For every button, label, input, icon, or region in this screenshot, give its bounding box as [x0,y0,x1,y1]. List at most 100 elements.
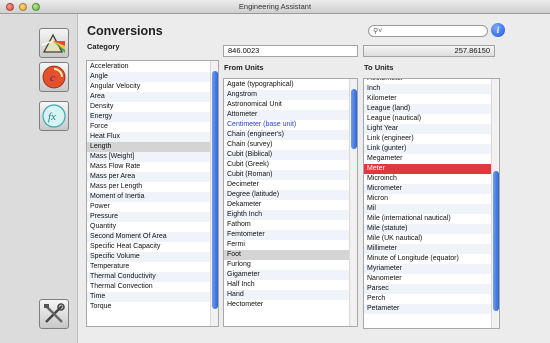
from-list-item[interactable]: Chain (engineer's) [224,130,349,140]
category-list-item[interactable]: Length [87,142,210,152]
category-list-item[interactable]: Force [87,122,210,132]
category-list-item[interactable]: Mass per Area [87,172,210,182]
category-items: Acceleration Angle Angular Velocity Area Den… [87,62,210,312]
functions-button[interactable]: fx [39,101,69,131]
prism-icon [42,33,65,53]
to-list-item[interactable]: Mile (UK nautical) [364,234,491,244]
function-icon: fx [42,104,66,128]
from-list-item[interactable]: Hectometer [224,300,349,310]
category-list-item[interactable]: Torque [87,302,210,312]
to-list-item[interactable]: Mile (statute) [364,224,491,234]
from-list-item[interactable]: Fermi [224,240,349,250]
from-list-item[interactable]: Furlong [224,260,349,270]
from-value-field[interactable]: 846.0023 [223,45,358,57]
to-list-item[interactable]: Micron [364,194,491,204]
from-list-item[interactable]: Attometer [224,110,349,120]
category-list-item[interactable]: Density [87,102,210,112]
category-list-item[interactable]: Mass Flow Rate [87,162,210,172]
svg-text:c: c [50,72,55,84]
sidebar: c fx [0,14,78,343]
category-list-item[interactable]: Energy [87,112,210,122]
to-list-item[interactable]: Petameter [364,304,491,314]
to-list-item[interactable]: Minute of Longitude (equator) [364,254,491,264]
conversions-button[interactable]: c [39,62,69,92]
svg-text:fx: fx [48,111,56,123]
to-list-item[interactable]: Link (engineer) [364,134,491,144]
to-value-field: 257.86150 [363,45,495,57]
from-list-item[interactable]: Agate (typographical) [224,80,349,90]
category-label: Category [87,42,120,51]
category-list-item[interactable]: Thermal Convection [87,282,210,292]
category-list-item[interactable]: Angle [87,72,210,82]
category-scrollbar[interactable] [210,61,218,326]
to-list-item[interactable]: Meter [364,164,491,174]
to-items: Hectometer Inch Kilometer League (land) Leag… [364,79,491,314]
from-units-label: From Units [224,63,264,72]
from-list-item[interactable]: Gigameter [224,270,349,280]
to-list-item[interactable]: League (land) [364,104,491,114]
to-list-item[interactable]: Nanometer [364,274,491,284]
to-list-item[interactable]: Light Year [364,124,491,134]
to-list-item[interactable]: Microinch [364,174,491,184]
category-list-item[interactable]: Specific Volume [87,252,210,262]
from-list-item[interactable]: Angstrom [224,90,349,100]
to-list-item[interactable]: Myriameter [364,264,491,274]
from-list-item[interactable]: Astronomical Unit [224,100,349,110]
to-list-item[interactable]: Micrometer [364,184,491,194]
category-list-item[interactable]: Pressure [87,212,210,222]
category-list-item[interactable]: Time [87,292,210,302]
category-scroll-thumb[interactable] [212,71,218,309]
window-title: Engineering Assistant [238,2,312,11]
to-list-item[interactable]: Kilometer [364,94,491,104]
to-units-list[interactable]: Hectometer Inch Kilometer League (land) Leag… [363,78,500,329]
category-list-item[interactable]: Second Moment Of Area [87,232,210,242]
from-list-item[interactable]: Cubit (Greek) [224,160,349,170]
from-list-item[interactable]: Femtometer [224,230,349,240]
to-list-item[interactable]: Megameter [364,154,491,164]
category-list-item[interactable]: Mass per Length [87,182,210,192]
from-list-item[interactable]: Dekameter [224,200,349,210]
category-list-item[interactable]: Heat Flux [87,132,210,142]
from-list-item[interactable]: Cubit (Roman) [224,170,349,180]
to-list-item[interactable]: Perch [364,294,491,304]
to-list-item[interactable]: Mil [364,204,491,214]
category-list-item[interactable]: Moment of Inertia [87,192,210,202]
search-field[interactable]: ⚲˅ [368,25,488,37]
from-list-item[interactable]: Eighth Inch [224,210,349,220]
category-list-item[interactable]: Area [87,92,210,102]
from-units-list[interactable]: Agate (typographical) Angstrom Astronomica… [223,78,358,327]
main-panel: Conversions ⚲˅ i Category From Units To … [78,14,550,343]
from-list-item[interactable]: Half Inch [224,280,349,290]
category-list-item[interactable]: Mass [Weight] [87,152,210,162]
from-list-item[interactable]: Centimeter (base unit) [224,120,349,130]
to-list-item[interactable]: Millimeter [364,244,491,254]
from-list-item[interactable]: Foot [224,250,349,260]
settings-button[interactable] [39,299,69,329]
category-list[interactable]: Acceleration Angle Angular Velocity Area Den… [86,60,219,327]
from-units-scroll-thumb[interactable] [351,89,357,149]
to-list-item[interactable]: Inch [364,84,491,94]
category-list-item[interactable]: Specific Heat Capacity [87,242,210,252]
category-list-item[interactable]: Quantity [87,222,210,232]
from-list-item[interactable]: Decimeter [224,180,349,190]
info-icon[interactable]: i [491,23,505,37]
category-list-item[interactable]: Temperature [87,262,210,272]
category-list-item[interactable]: Angular Velocity [87,82,210,92]
to-list-item[interactable]: Parsec [364,284,491,294]
category-list-item[interactable]: Power [87,202,210,212]
to-list-item[interactable]: Link (gunter) [364,144,491,154]
to-units-scrollbar[interactable] [491,79,499,328]
from-units-scrollbar[interactable] [349,79,357,326]
from-list-item[interactable]: Hand [224,290,349,300]
to-units-scroll-thumb[interactable] [493,171,499,311]
from-list-item[interactable]: Degree (latitude) [224,190,349,200]
from-list-item[interactable]: Chain (survey) [224,140,349,150]
from-list-item[interactable]: Fathom [224,220,349,230]
from-list-item[interactable]: Cubit (Biblical) [224,150,349,160]
category-list-item[interactable]: Acceleration [87,62,210,72]
charts-button[interactable] [39,28,69,58]
to-list-item[interactable]: Mile (international nautical) [364,214,491,224]
to-list-item[interactable]: League (nautical) [364,114,491,124]
category-list-item[interactable]: Thermal Conductivity [87,272,210,282]
search-input[interactable] [385,27,481,36]
